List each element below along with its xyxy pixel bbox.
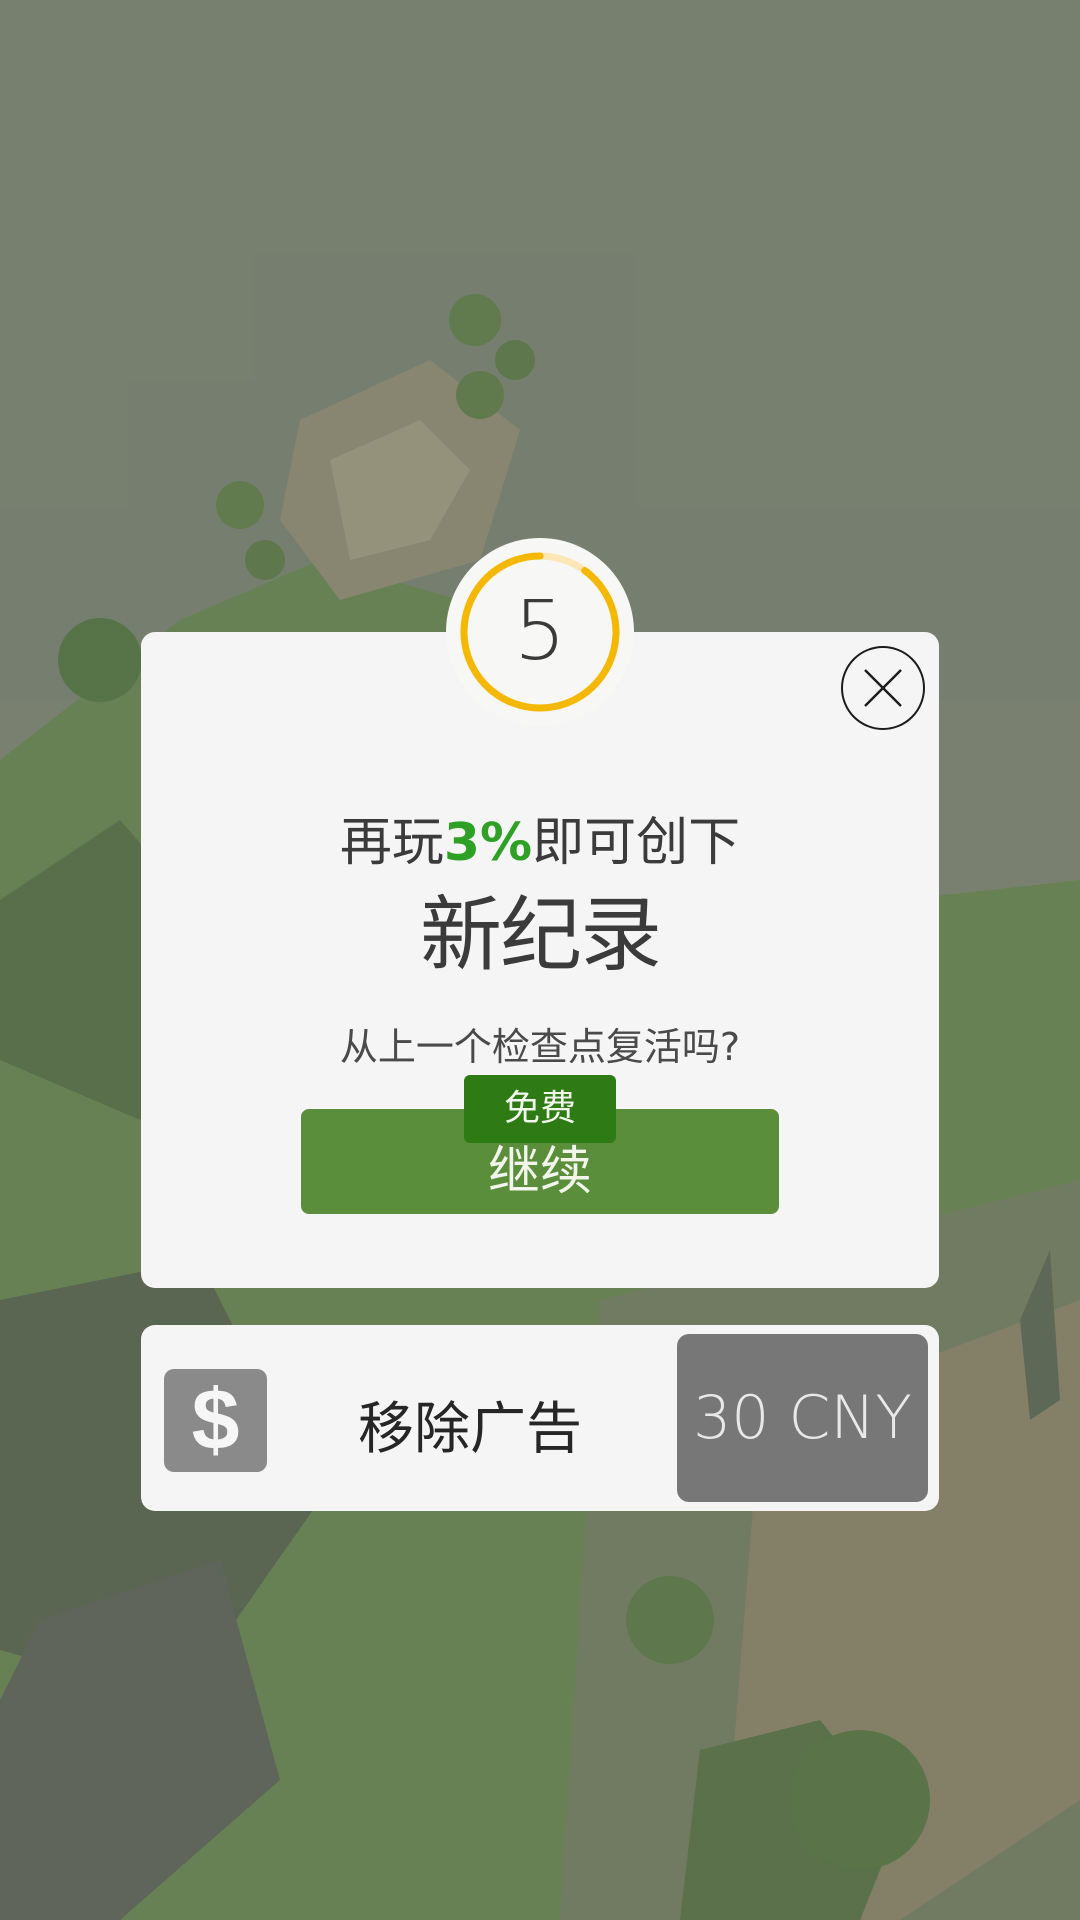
price-label: 30 CNY <box>693 1383 912 1453</box>
headline-prefix: 再玩 <box>339 813 444 873</box>
close-button[interactable] <box>841 646 925 730</box>
game-screen: 5 再玩3%即可创下 新纪录 从上一个检查点复活吗? 继续 免费 $ 移除广告 … <box>0 0 1080 1920</box>
close-icon <box>864 669 902 707</box>
buy-remove-ads-button[interactable]: 30 CNY <box>677 1334 928 1502</box>
dollar-icon: $ <box>164 1369 267 1472</box>
new-record-title: 新纪录 <box>419 888 662 983</box>
record-headline: 再玩3%即可创下 <box>141 800 939 875</box>
countdown-timer: 5 <box>446 538 634 726</box>
revive-question: 从上一个检查点复活吗? <box>339 1025 741 1069</box>
countdown-number: 5 <box>513 584 567 679</box>
headline-percent: 3% <box>443 813 533 873</box>
free-badge: 免费 <box>464 1075 616 1143</box>
remove-ads-label: 移除广告 <box>358 1397 582 1462</box>
dollar-glyph: $ <box>191 1372 240 1468</box>
headline-suffix: 即可创下 <box>532 813 741 873</box>
